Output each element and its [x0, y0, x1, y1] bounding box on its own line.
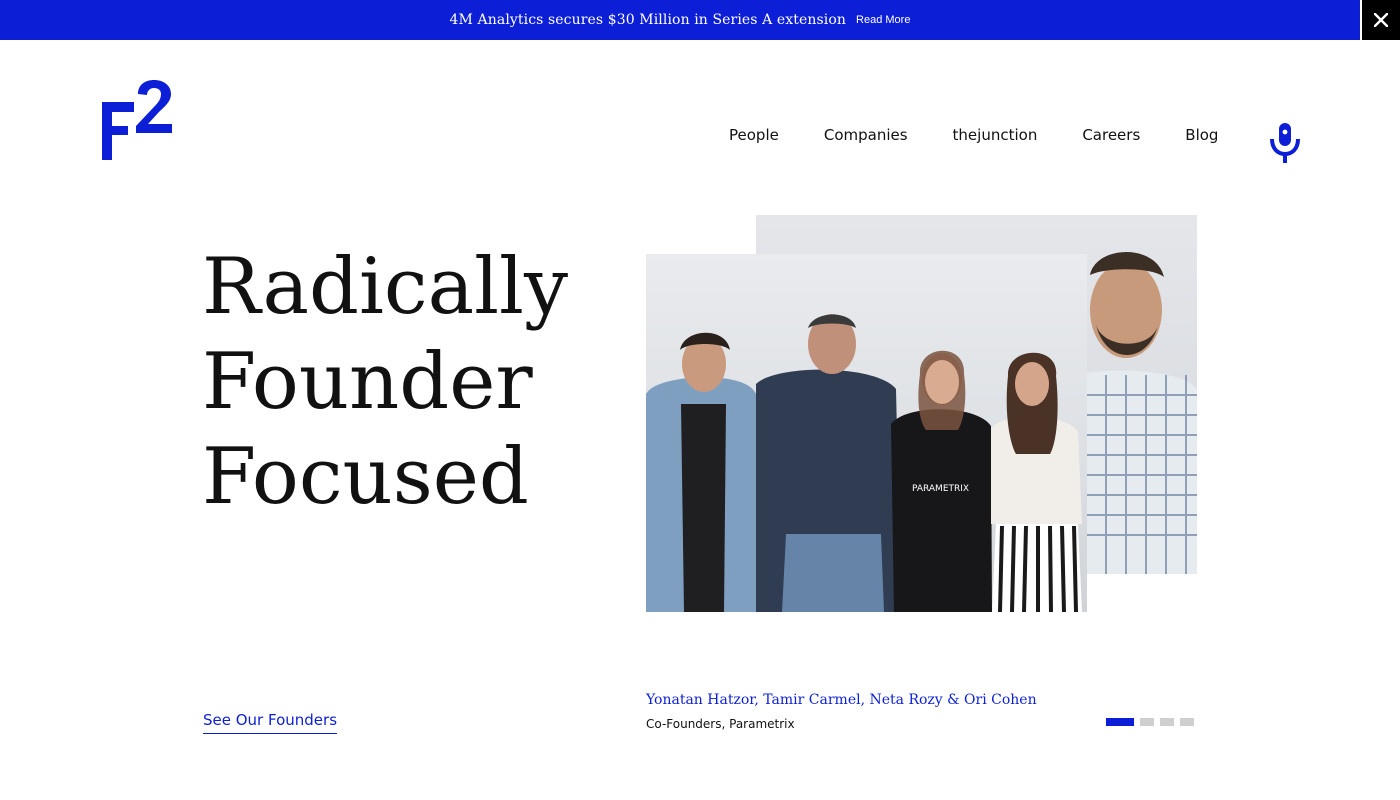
slide-founder-names: Yonatan Hatzor, Tamir Carmel, Neta Rozy …	[646, 692, 1037, 708]
slider-dot-1[interactable]	[1106, 718, 1134, 726]
headline-line-1: Radically	[202, 242, 569, 332]
see-our-founders-link[interactable]: See Our Founders	[203, 711, 338, 734]
nav-item-companies[interactable]: Companies	[824, 126, 908, 144]
slider-dot-3[interactable]	[1160, 718, 1174, 726]
slide-founder-role: Co-Founders, Parametrix	[646, 717, 795, 731]
nav-item-people[interactable]: People	[729, 126, 779, 144]
slider-dot-2[interactable]	[1140, 718, 1154, 726]
hero-headline: Radically Founder Focused	[202, 240, 622, 525]
nav-item-thejunction[interactable]: thejunction	[953, 126, 1038, 144]
svg-text:PARAMETRIX: PARAMETRIX	[912, 484, 969, 494]
slider-dot-4[interactable]	[1180, 718, 1194, 726]
f2-logo-icon	[102, 80, 172, 160]
nav-item-careers[interactable]: Careers	[1082, 126, 1140, 144]
founder-photo-current: PARAMETRIX	[646, 254, 1087, 612]
read-more-link[interactable]: Read More	[856, 14, 910, 26]
announcement-message: 4M Analytics secures $30 Million in Seri…	[449, 12, 847, 28]
founder-photo-current-image: PARAMETRIX	[646, 314, 1082, 612]
headline-line-2: Founder	[202, 337, 533, 427]
podcast-button[interactable]	[1269, 123, 1301, 163]
f2-logo[interactable]	[102, 80, 174, 162]
announcement-bar: 4M Analytics secures $30 Million in Seri…	[0, 0, 1360, 40]
slider-pagination	[1106, 718, 1194, 726]
nav-item-blog[interactable]: Blog	[1185, 126, 1218, 144]
microphone-icon	[1270, 123, 1300, 163]
close-announcement-button[interactable]	[1362, 0, 1400, 40]
close-icon	[1374, 13, 1388, 27]
main-nav: People Companies thejunction Careers Blo…	[729, 126, 1218, 144]
headline-line-3: Focused	[202, 432, 529, 522]
